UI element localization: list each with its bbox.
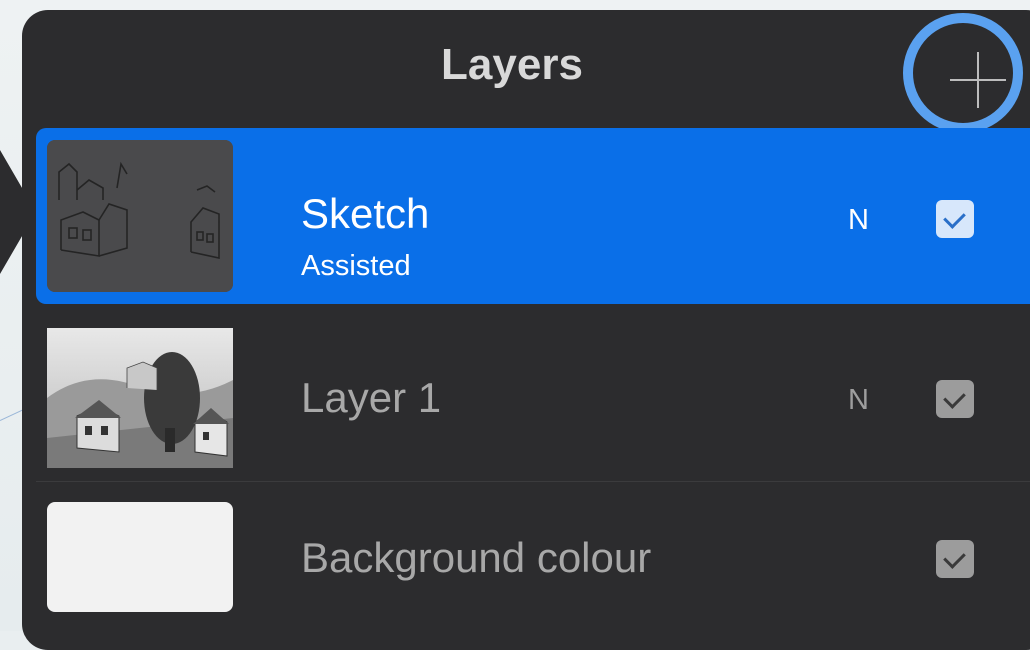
- visibility-checkbox[interactable]: [936, 380, 974, 418]
- landscape-thumbnail-icon: [47, 328, 233, 468]
- layer-row-sketch[interactable]: Sketch Assisted N: [36, 128, 1030, 304]
- layer-name: Sketch: [301, 190, 430, 237]
- panel-title-text: Layers: [441, 40, 583, 89]
- blend-mode-button[interactable]: N: [848, 384, 869, 417]
- panel-title: Layers: [22, 40, 1030, 90]
- layer-thumbnail: [47, 140, 233, 292]
- checkmark-icon: [943, 546, 966, 569]
- add-layer-button[interactable]: [903, 13, 1023, 133]
- layer-name: Background colour: [301, 534, 652, 581]
- layer-subtitle: Assisted: [301, 250, 411, 282]
- layer-thumbnail: [47, 328, 233, 468]
- visibility-checkbox[interactable]: [936, 200, 974, 238]
- layer-row-background-colour[interactable]: Background colour: [36, 490, 1030, 631]
- sketch-thumbnail-icon: [47, 140, 233, 292]
- blend-mode-button[interactable]: N: [848, 204, 869, 237]
- checkmark-icon: [943, 206, 966, 229]
- background-colour-swatch[interactable]: [47, 502, 233, 612]
- visibility-checkbox[interactable]: [936, 540, 974, 578]
- checkmark-icon: [943, 386, 966, 409]
- layer-row-layer-1[interactable]: Layer 1 N: [36, 312, 1030, 482]
- plus-icon: [977, 52, 979, 108]
- layer-name: Layer 1: [301, 374, 442, 421]
